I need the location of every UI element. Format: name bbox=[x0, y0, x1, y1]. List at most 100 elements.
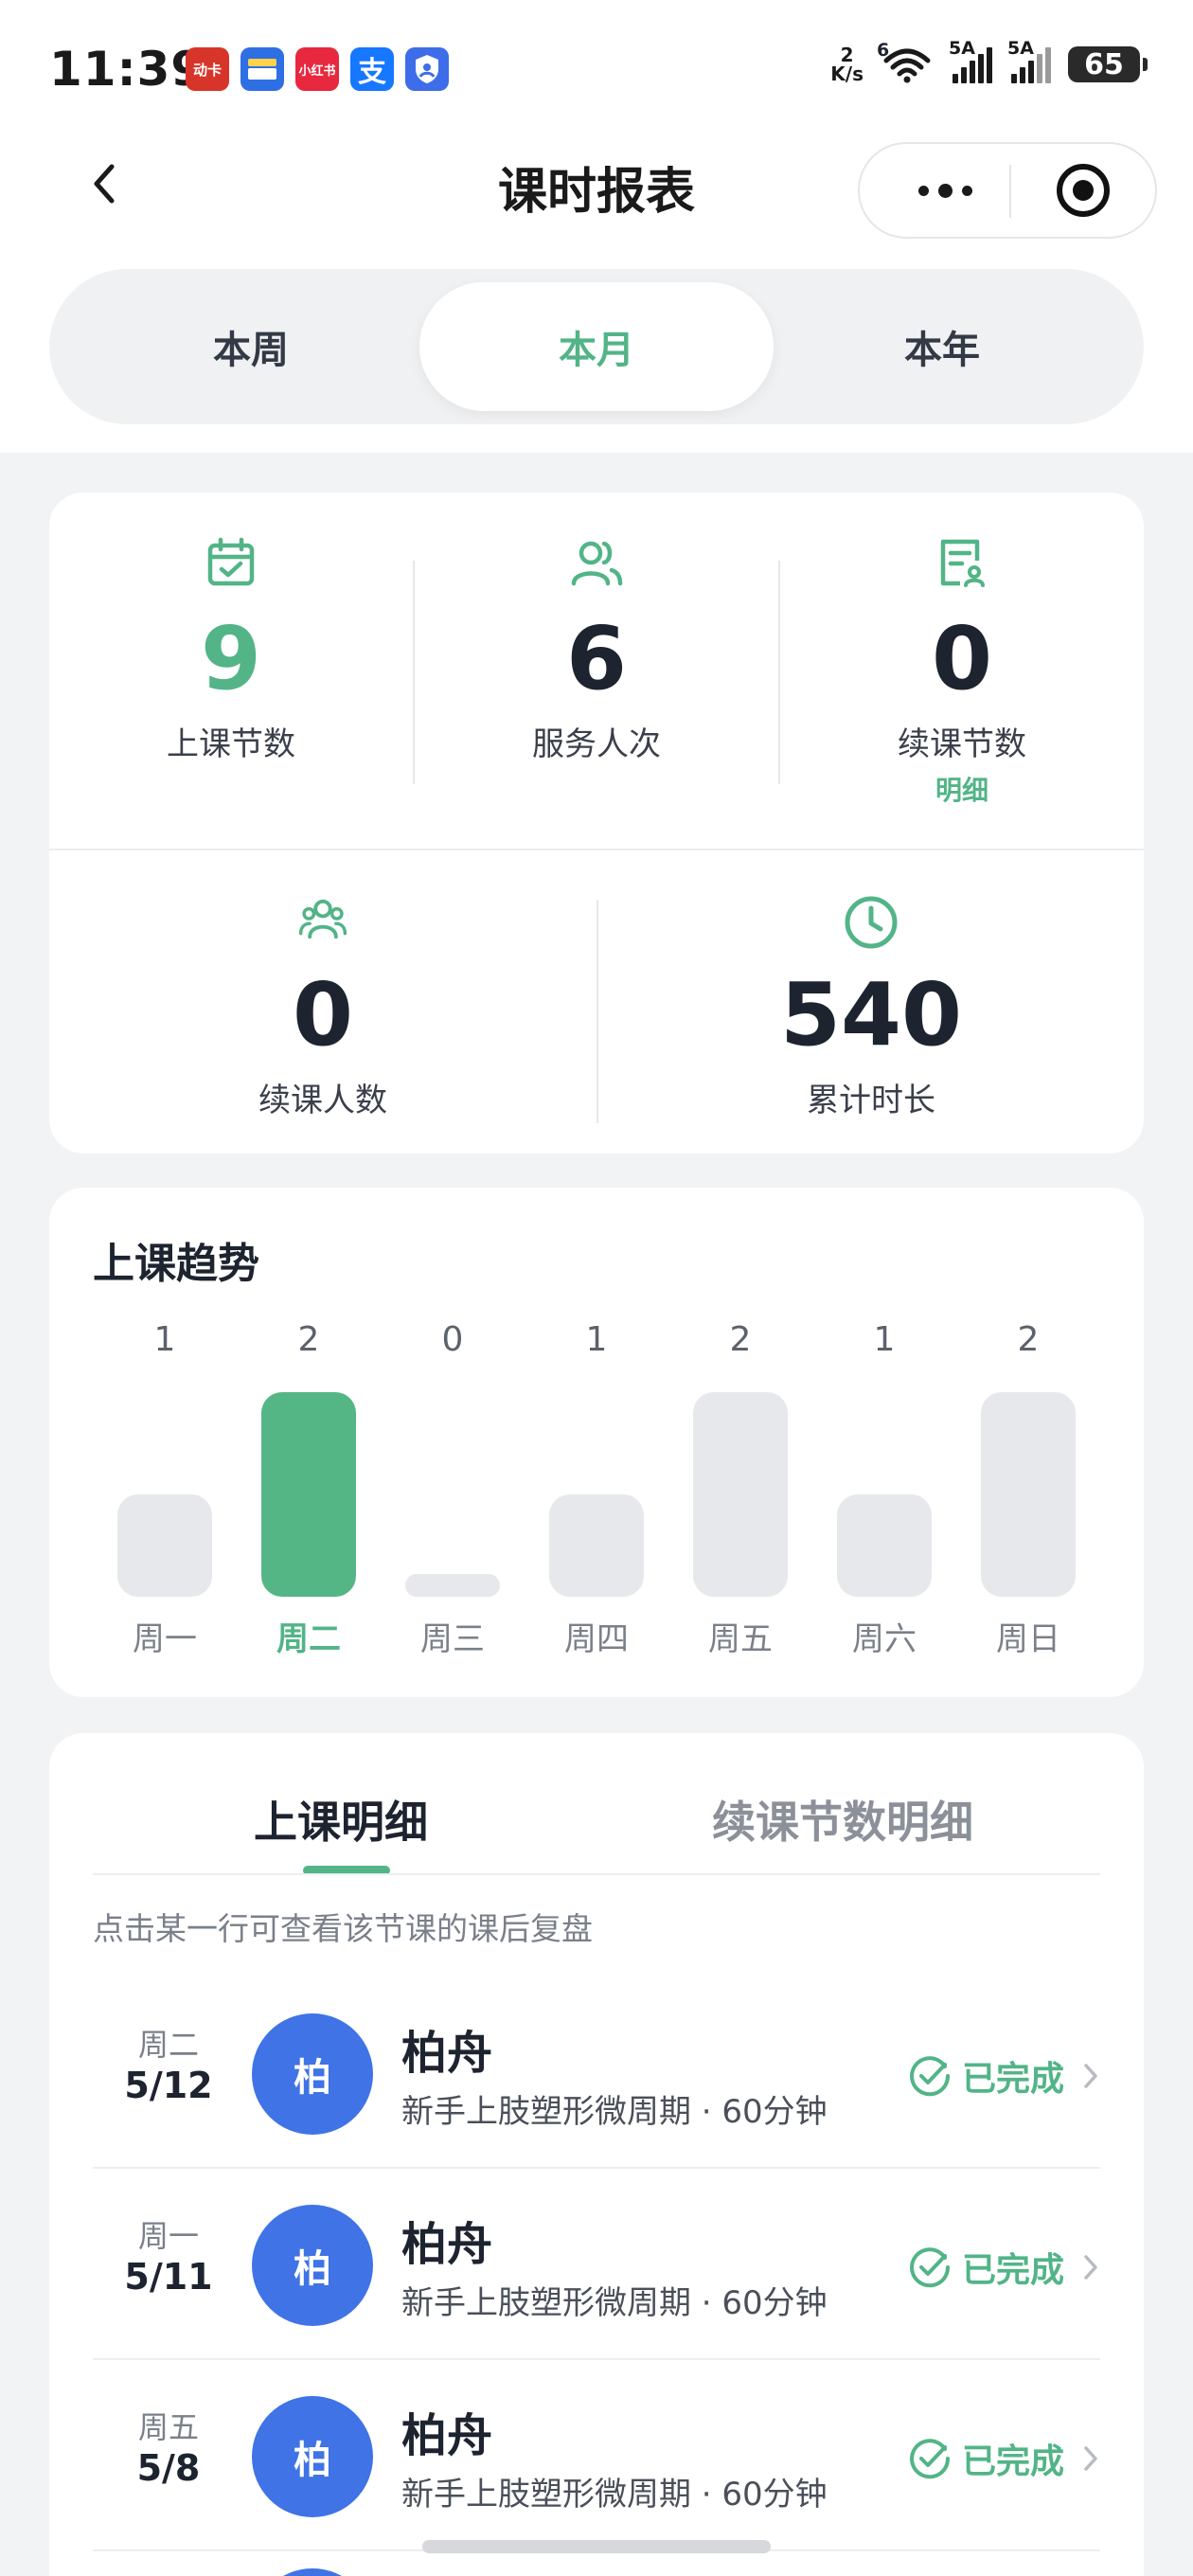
notification-app-icons: 动卡 小红书 支 bbox=[186, 47, 449, 91]
row-name: 柏舟 bbox=[401, 2027, 493, 2080]
signal-icon-sim2: 5A bbox=[1007, 38, 1051, 83]
row-name: 柏舟 bbox=[401, 2409, 493, 2462]
detail-hint: 点击某一行可查看该节课的课后复盘 bbox=[93, 1910, 593, 1947]
app-icon-2 bbox=[240, 47, 284, 91]
stat-total-duration-label: 累计时长 bbox=[807, 1082, 935, 1119]
document-user-icon bbox=[940, 539, 985, 587]
mini-program-capsule bbox=[858, 142, 1157, 239]
bar-周四[interactable] bbox=[549, 1494, 644, 1597]
stat-lessons-label: 上课节数 bbox=[167, 725, 295, 763]
chevron-right-icon bbox=[1084, 2446, 1097, 2471]
renewal-detail-link[interactable]: 明细 bbox=[935, 770, 988, 808]
bar-value-label: 2 bbox=[298, 1320, 320, 1359]
row-weekday: 周五 bbox=[137, 2409, 199, 2445]
status-badge: 已完成 bbox=[907, 2434, 1100, 2483]
stat-served: 6 服务人次 bbox=[415, 534, 778, 764]
users-icon bbox=[571, 541, 623, 586]
check-circle-icon bbox=[910, 2056, 950, 2097]
row-date: 5/11 bbox=[124, 2256, 213, 2298]
row-date: 5/12 bbox=[124, 2065, 213, 2106]
category-label: 周一 bbox=[133, 1620, 197, 1658]
row-course: 新手上肢塑形微周期 · 60分钟 bbox=[401, 2093, 828, 2131]
bar-周六[interactable] bbox=[837, 1494, 932, 1597]
clock-icon bbox=[845, 896, 898, 949]
status-bar: 11:39 动卡 小红书 支 2 K/s 6 5A 5A 65 bbox=[0, 0, 1193, 133]
row-date: 5/8 bbox=[136, 2447, 201, 2489]
tab-renewal-detail[interactable]: 续课节数明细 bbox=[712, 1788, 973, 1851]
wifi-icon: 6 bbox=[877, 40, 934, 83]
stat-renewal-people-label: 续课人数 bbox=[258, 1082, 387, 1119]
tab-month[interactable]: 本月 bbox=[419, 282, 774, 411]
bar-value-label: 2 bbox=[1018, 1320, 1040, 1359]
user-group-icon bbox=[298, 899, 347, 939]
row-weekday: 周一 bbox=[137, 2218, 199, 2254]
row-course: 新手上肢塑形微周期 · 60分钟 bbox=[401, 2476, 828, 2513]
category-label: 周六 bbox=[852, 1620, 917, 1658]
stat-lessons-value: 9 bbox=[200, 608, 261, 709]
app-icon-1: 动卡 bbox=[186, 47, 229, 91]
avatar bbox=[252, 2568, 373, 2576]
close-mini-program-button[interactable] bbox=[1057, 164, 1110, 217]
calendar-check-icon bbox=[207, 537, 255, 586]
status-badge: 已完成 bbox=[907, 2051, 1100, 2101]
status-badge: 已完成 bbox=[907, 2243, 1100, 2292]
stat-served-label: 服务人次 bbox=[532, 725, 661, 763]
avatar: 柏 bbox=[252, 2013, 373, 2135]
system-indicators: 2 K/s 6 5A 5A 65 bbox=[830, 38, 1148, 85]
bar-value-label: 1 bbox=[586, 1320, 608, 1359]
bar-周三[interactable] bbox=[405, 1574, 500, 1597]
category-label: 周二 bbox=[276, 1620, 341, 1658]
app-icon-4: 支 bbox=[350, 47, 394, 91]
signal-icon-sim1: 5A bbox=[949, 38, 992, 83]
stat-lessons: 9 上课节数 bbox=[49, 534, 413, 764]
app-icon-3: 小红书 bbox=[295, 47, 339, 91]
stat-renewal-people-value: 0 bbox=[292, 964, 353, 1065]
bar-周日[interactable] bbox=[981, 1392, 1076, 1597]
category-label: 周五 bbox=[708, 1620, 773, 1658]
app-icon-5 bbox=[405, 47, 449, 91]
stat-renewal-people: 0 续课人数 bbox=[49, 894, 596, 1120]
row-status: 已完成 bbox=[961, 2060, 1064, 2099]
row-course: 新手上肢塑形微周期 · 60分钟 bbox=[401, 2284, 828, 2322]
stats-card: 9 上课节数 6 服务人次 0 续课节数 明细 0 续课人数 540 累计时长 bbox=[49, 492, 1144, 1154]
stat-total-duration-value: 540 bbox=[779, 964, 963, 1065]
table-row[interactable]: 周二 5/12 柏 柏舟 新手上肢塑形微周期 · 60分钟 已完成 bbox=[93, 1979, 1100, 2169]
stat-renewal-lessons: 0 续课节数 明细 bbox=[780, 534, 1144, 808]
detail-card: 上课明细 续课节数明细 点击某一行可查看该节课的课后复盘 周二 5/12 柏 柏… bbox=[49, 1733, 1144, 2576]
bar-value-label: 1 bbox=[154, 1320, 176, 1359]
chevron-right-icon bbox=[1084, 2064, 1097, 2088]
category-label: 周四 bbox=[564, 1620, 629, 1658]
tab-class-detail[interactable]: 上课明细 bbox=[254, 1788, 428, 1851]
bar-周二[interactable] bbox=[261, 1392, 356, 1597]
category-label: 周日 bbox=[996, 1620, 1060, 1658]
trend-card: 上课趋势 1 周一 2 周二 0 周三 1 周四 2 周五 1 周六 2 周日 bbox=[49, 1188, 1144, 1697]
row-name: 柏舟 bbox=[401, 2218, 493, 2271]
stat-total-duration: 540 累计时长 bbox=[598, 894, 1144, 1120]
chevron-right-icon bbox=[1084, 2255, 1097, 2280]
avatar: 柏 bbox=[252, 2205, 373, 2326]
status-time: 11:39 bbox=[49, 42, 205, 97]
tab-year[interactable]: 本年 bbox=[765, 282, 1119, 411]
bar-周一[interactable] bbox=[117, 1494, 212, 1597]
bar-value-label: 1 bbox=[874, 1320, 896, 1359]
stat-served-value: 6 bbox=[565, 608, 627, 709]
stat-renewal-lessons-label: 续课节数 bbox=[898, 725, 1026, 763]
more-button[interactable] bbox=[907, 144, 983, 237]
category-label: 周三 bbox=[420, 1620, 485, 1658]
trend-bar-chart: 1 周一 2 周二 0 周三 1 周四 2 周五 1 周六 2 周日 bbox=[117, 1320, 1076, 1658]
row-status: 已完成 bbox=[961, 2442, 1064, 2481]
stat-renewal-lessons-value: 0 bbox=[931, 608, 992, 709]
avatar: 柏 bbox=[252, 2396, 373, 2517]
bar-周五[interactable] bbox=[693, 1392, 788, 1597]
row-weekday: 周二 bbox=[137, 2027, 199, 2063]
battery-indicator: 65 bbox=[1068, 46, 1148, 82]
bar-value-label: 2 bbox=[730, 1320, 752, 1359]
tab-week[interactable]: 本周 bbox=[74, 282, 428, 411]
home-indicator bbox=[422, 2540, 771, 2553]
table-row[interactable]: 周一 5/11 柏 柏舟 新手上肢塑形微周期 · 60分钟 已完成 bbox=[93, 2171, 1100, 2360]
table-row[interactable]: 周五 5/8 柏 柏舟 新手上肢塑形微周期 · 60分钟 已完成 bbox=[93, 2362, 1100, 2551]
bar-value-label: 0 bbox=[442, 1320, 464, 1359]
row-status: 已完成 bbox=[961, 2251, 1064, 2290]
check-circle-icon bbox=[910, 2247, 950, 2288]
network-speed: 2 K/s bbox=[830, 44, 864, 85]
